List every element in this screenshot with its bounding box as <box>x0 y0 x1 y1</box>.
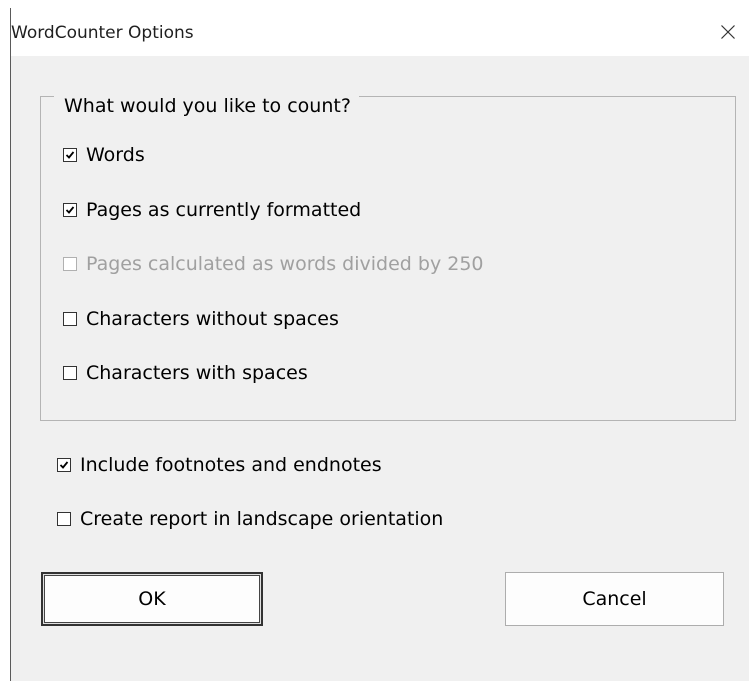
title-bar: WordCounter Options <box>11 8 749 56</box>
checkbox-label: Create report in landscape orientation <box>80 508 444 530</box>
checkbox-words[interactable]: Words <box>63 141 145 169</box>
checkmark-icon <box>65 151 75 159</box>
checkbox-label: Include footnotes and endnotes <box>80 454 382 476</box>
checkbox-box[interactable] <box>63 203 77 217</box>
group-legend: What would you like to count? <box>54 95 359 117</box>
checkbox-box[interactable] <box>63 366 77 380</box>
checkbox-label: Pages as currently formatted <box>86 199 362 221</box>
checkbox-chars-without-spaces[interactable]: Characters without spaces <box>63 305 339 333</box>
checkbox-chars-with-spaces[interactable]: Characters with spaces <box>63 359 308 387</box>
checkbox-box[interactable] <box>63 312 77 326</box>
checkbox-label: Words <box>86 144 145 166</box>
checkbox-box[interactable] <box>57 458 71 472</box>
wordcounter-options-dialog: WordCounter Options What would you like … <box>10 8 749 681</box>
close-icon <box>721 25 735 39</box>
checkbox-box <box>63 257 77 271</box>
cancel-button-label: Cancel <box>582 588 647 610</box>
checkbox-box[interactable] <box>57 512 71 526</box>
checkbox-landscape-report[interactable]: Create report in landscape orientation <box>57 505 443 533</box>
close-button[interactable] <box>704 8 749 56</box>
checkmark-icon <box>65 206 75 214</box>
checkbox-label: Pages calculated as words divided by 250 <box>86 253 484 275</box>
ok-button-label: OK <box>138 588 166 610</box>
checkmark-icon <box>59 461 69 469</box>
ok-button[interactable]: OK <box>41 572 263 626</box>
checkbox-pages-calculated: Pages calculated as words divided by 250 <box>63 250 484 278</box>
checkbox-box[interactable] <box>63 148 77 162</box>
cancel-button[interactable]: Cancel <box>505 572 724 626</box>
checkbox-include-footnotes[interactable]: Include footnotes and endnotes <box>57 451 382 479</box>
checkbox-label: Characters with spaces <box>86 362 308 384</box>
dialog-title: WordCounter Options <box>11 23 194 43</box>
checkbox-label: Characters without spaces <box>86 308 339 330</box>
checkbox-pages-formatted[interactable]: Pages as currently formatted <box>63 196 361 224</box>
